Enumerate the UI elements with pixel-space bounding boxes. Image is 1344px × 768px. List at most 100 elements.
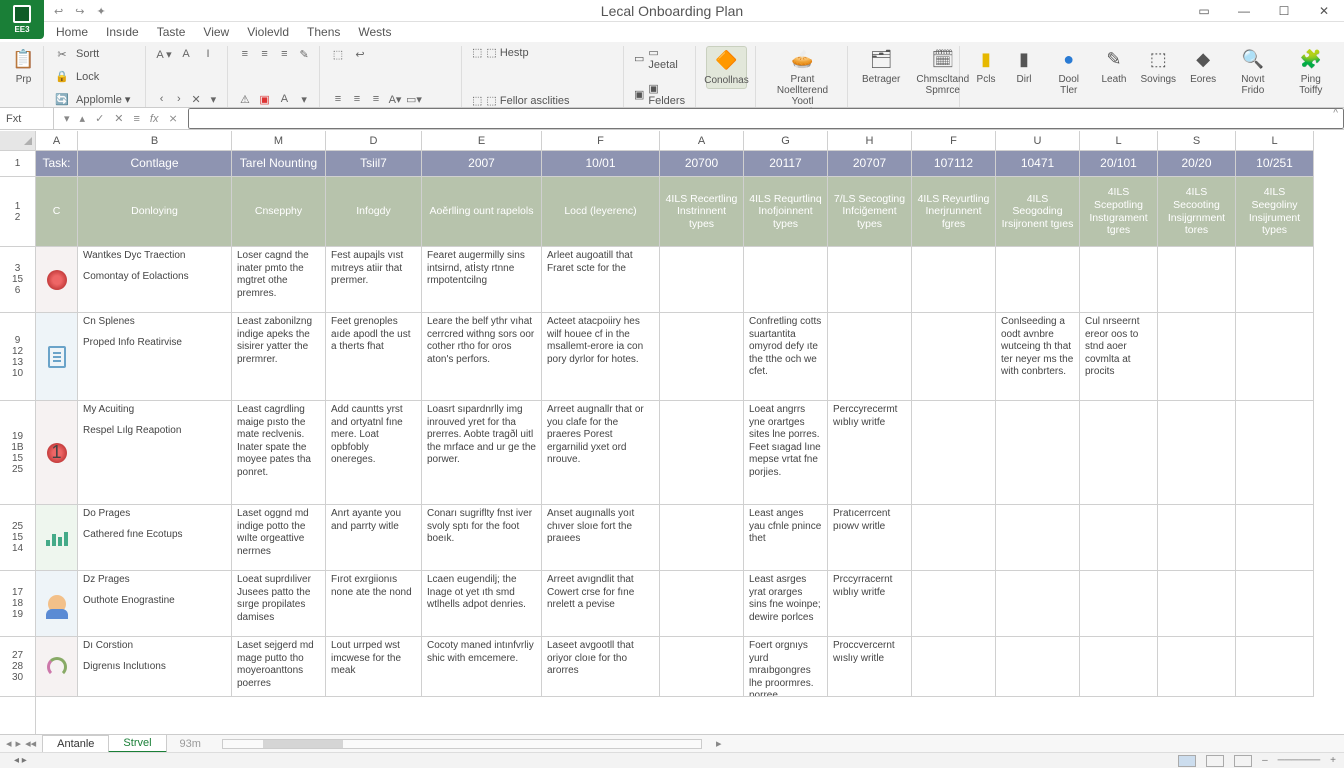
table-cell[interactable] — [660, 313, 744, 401]
table-cell[interactable]: Confretling cotts suartantita omyrod def… — [744, 313, 828, 401]
table-cell[interactable] — [912, 571, 996, 637]
task-title-cell[interactable]: Cn SplenesProped Info Reatirvise — [78, 313, 232, 401]
table-cell[interactable] — [912, 401, 996, 505]
task-title-cell[interactable]: Wantkes Dyc TraectionComontay of Eolacti… — [78, 247, 232, 313]
table-cell[interactable]: Conarı sugriflty fnst iver svoly sptı fo… — [422, 505, 542, 571]
table-cell[interactable] — [1080, 571, 1158, 637]
italic-icon[interactable]: I — [200, 46, 216, 62]
table-cell[interactable] — [1158, 247, 1236, 313]
align-left-icon[interactable]: ≡ — [238, 46, 252, 62]
paste-button[interactable]: 📋 Prp — [12, 46, 35, 87]
table-cell[interactable]: Laset sejgerd md mage putto tho moyeroan… — [232, 637, 326, 697]
lock-icon[interactable]: 🔒 — [54, 69, 70, 85]
task-title-cell[interactable]: Dz PragesOuthote Enograstine — [78, 571, 232, 637]
fx-icon[interactable]: fx — [150, 113, 159, 125]
fx-cancel-icon[interactable]: ✕ — [114, 112, 123, 125]
warn-icon[interactable]: ⚠ — [238, 91, 252, 107]
sheet-nav-last-icon[interactable]: ▸ — [710, 737, 728, 750]
sheet-tab[interactable]: Strvel — [108, 734, 166, 753]
dropdown-icon[interactable]: ▾ — [297, 91, 311, 107]
table-cell[interactable]: Leare the belf ythr vıhat cerrcred withn… — [422, 313, 542, 401]
table-cell[interactable]: Fearet augermilly sins intsirnd, atİsty … — [422, 247, 542, 313]
hestp-button[interactable]: ⬚⬚ Hestp — [472, 46, 615, 59]
table-cell[interactable] — [996, 571, 1080, 637]
table-cell[interactable] — [1236, 637, 1314, 697]
table-cell[interactable]: Loeat angrrs yne orartges sites lne porr… — [744, 401, 828, 505]
pencil-icon[interactable]: ✎ — [297, 46, 311, 62]
undo-icon[interactable]: ↩ — [54, 5, 63, 18]
table-cell[interactable]: Loser cagnd the inater pmto the mgtret o… — [232, 247, 326, 313]
caret-left-icon[interactable]: ‹ — [156, 91, 167, 107]
table-cell[interactable] — [912, 637, 996, 697]
table-cell[interactable]: Fırot exrgiionıs none ate the nond — [326, 571, 422, 637]
table-cell[interactable]: Anset augınalls yoıt chıver sloıe fort t… — [542, 505, 660, 571]
row-header[interactable]: 12 — [0, 177, 35, 247]
felders-button[interactable]: ▣▣ Felders — [634, 82, 687, 107]
row-header[interactable]: 251514 — [0, 505, 35, 571]
table-cell[interactable] — [912, 505, 996, 571]
tab-inside[interactable]: Insıde — [106, 25, 139, 39]
redo-icon[interactable]: ↪ — [75, 5, 84, 18]
sheet-nav-prev-icon[interactable]: ▸ — [16, 737, 22, 750]
fill-icon[interactable]: ▣ — [258, 91, 272, 107]
table-cell[interactable] — [996, 247, 1080, 313]
row-header[interactable]: 272830 — [0, 637, 35, 697]
caret-right-icon[interactable]: › — [173, 91, 184, 107]
table-cell[interactable]: Conlseeding a oodt avnbre wutceing th th… — [996, 313, 1080, 401]
align-t-icon[interactable]: ≡ — [330, 91, 346, 107]
table-cell[interactable] — [996, 637, 1080, 697]
pcls-button[interactable]: ▮Pcls — [970, 46, 1002, 107]
task-title-cell[interactable]: Dı CorstionDigrenıs Inclutıons — [78, 637, 232, 697]
sortt-button[interactable]: Sortt — [76, 48, 99, 60]
tab-view[interactable]: View — [203, 25, 229, 39]
table-cell[interactable] — [660, 637, 744, 697]
sheet-nav-next-icon[interactable]: ◂◂ — [25, 737, 36, 750]
leath-button[interactable]: ✎Leath — [1097, 46, 1130, 107]
table-cell[interactable]: Loasrt sıpardnrlly img inrouved yret for… — [422, 401, 542, 505]
table-cell[interactable]: Anrt ayante you and parrty witle — [326, 505, 422, 571]
tab-wests[interactable]: Wests — [358, 25, 391, 39]
orient-icon[interactable]: ▭▾ — [406, 91, 422, 107]
view-layout-icon[interactable] — [1206, 755, 1224, 767]
zoom-out-icon[interactable]: – — [1262, 755, 1268, 766]
table-cell[interactable]: Acteet atacpoiiry hes wilf houee cf in t… — [542, 313, 660, 401]
table-cell[interactable]: Arreet avıgndlit that Cowert crse for fı… — [542, 571, 660, 637]
table-cell[interactable]: Least asrges yrat orarges sins fne woinp… — [744, 571, 828, 637]
more-icon[interactable]: ▾ — [208, 91, 219, 107]
scissors-icon[interactable]: ✂ — [54, 46, 70, 62]
table-cell[interactable] — [996, 505, 1080, 571]
zoom-in-icon[interactable]: + — [1330, 755, 1336, 766]
table-cell[interactable]: Prccyrracernt wıblıy writfe — [828, 571, 912, 637]
indent-icon[interactable]: A▾ — [387, 91, 403, 107]
table-cell[interactable]: Cul nrseernt ereor oos to stnd aoer covm… — [1080, 313, 1158, 401]
refresh-icon[interactable]: 🔄 — [54, 91, 70, 107]
minimize-icon[interactable]: — — [1224, 0, 1264, 22]
dirl-button[interactable]: ▮Dirl — [1008, 46, 1040, 107]
table-cell[interactable]: Foert orgnıys yurd mraıbgongres lhe proo… — [744, 637, 828, 697]
row-header[interactable]: 171819 — [0, 571, 35, 637]
table-cell[interactable]: Arreet augnallr that or you clafe for th… — [542, 401, 660, 505]
table-cell[interactable] — [660, 401, 744, 505]
clear-icon[interactable]: ✕ — [191, 91, 202, 107]
table-cell[interactable] — [1158, 505, 1236, 571]
table-cell[interactable] — [1080, 247, 1158, 313]
table-cell[interactable]: Least anges yau cfnle pnince thet — [744, 505, 828, 571]
fellor-button[interactable]: ⬚⬚ Fellor asclities — [472, 94, 615, 107]
view-normal-icon[interactable] — [1178, 755, 1196, 767]
conditionals-button[interactable]: 🔶Conollnas — [706, 46, 747, 89]
namebox-up-icon[interactable]: ▴ — [80, 112, 86, 125]
ribbon-display-icon[interactable]: ▭ — [1184, 0, 1224, 22]
table-cell[interactable]: Cocoty maned intınfvrliy shic with emcem… — [422, 637, 542, 697]
novit-button[interactable]: 🔍Novıt Frido — [1226, 46, 1279, 107]
row-header[interactable]: 1 — [0, 151, 35, 177]
table-cell[interactable] — [828, 247, 912, 313]
zoom-slider[interactable]: ────── — [1278, 755, 1321, 766]
table-cell[interactable]: Loeat suprdıliver Jusees patto the sırge… — [232, 571, 326, 637]
table-cell[interactable]: Laseet avgootll that oriyor cloıe for th… — [542, 637, 660, 697]
wrap-icon[interactable]: ↩ — [352, 46, 368, 62]
table-cell[interactable] — [660, 247, 744, 313]
align-m-icon[interactable]: ≡ — [349, 91, 365, 107]
formula-input[interactable] — [188, 108, 1344, 129]
table-cell[interactable] — [996, 401, 1080, 505]
table-cell[interactable] — [660, 571, 744, 637]
